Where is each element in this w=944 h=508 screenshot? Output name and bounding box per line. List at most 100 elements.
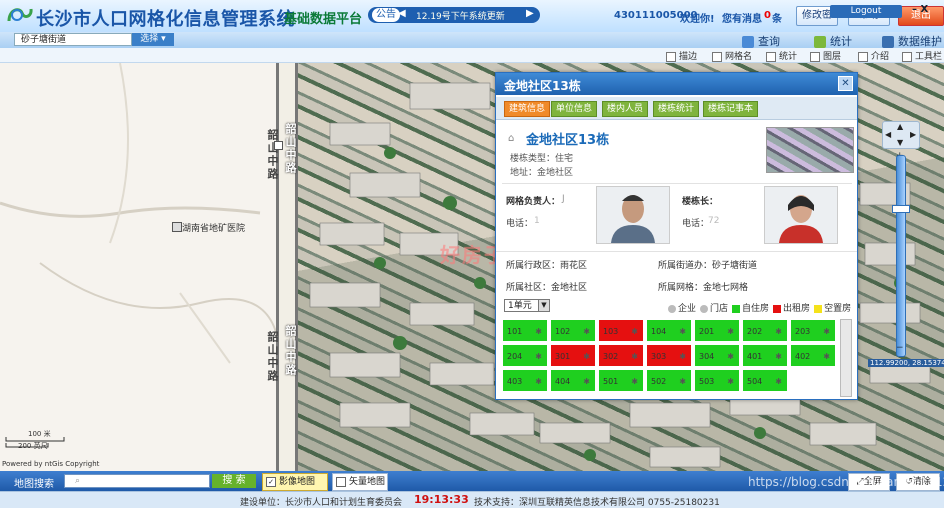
tab-unit-info[interactable]: 单位信息 (551, 101, 598, 117)
layer-gridname-toggle[interactable]: 网格名 (712, 49, 752, 62)
legend-label: 空置房 (824, 304, 852, 314)
choose-label: 选择 (140, 34, 159, 44)
room-cell[interactable]: 502 ✱ (646, 369, 692, 392)
person-icon: ✱ (679, 377, 686, 386)
layer-stats-toggle[interactable]: 统计 (766, 49, 797, 62)
grid-manager-photo (596, 186, 670, 244)
scale-meters: 100 米 (28, 430, 51, 438)
layer-intro-toggle[interactable]: 介绍 (858, 49, 889, 62)
room-number: 104 (651, 327, 667, 336)
checked-icon: ✓ (266, 476, 276, 487)
legend-item: 自住房 (732, 301, 769, 314)
room-cell[interactable]: 402 ✱ (790, 344, 836, 367)
room-cell[interactable]: 304 ✱ (694, 344, 740, 367)
room-cell[interactable]: 403 ✱ (502, 369, 548, 392)
layer-layers-toggle[interactable]: 图层 (810, 49, 841, 62)
scroll-right-icon[interactable]: ▶ (526, 8, 534, 19)
grid-manager-label: 网格负责人： (506, 197, 561, 207)
message-count[interactable]: 0 (764, 10, 771, 21)
room-cell[interactable]: 202 ✱ (742, 319, 788, 342)
building-thumbnail[interactable] (766, 127, 854, 173)
room-cell[interactable]: 103 ✱ (598, 319, 644, 342)
person-icon: ✱ (775, 327, 782, 336)
notice-bar[interactable]: 公告 ◀ 12.19号下午系统更新 ▶ (368, 7, 540, 23)
legend-label: 自住房 (742, 304, 770, 314)
poi-marker-icon[interactable] (274, 141, 283, 150)
room-number: 503 (699, 377, 715, 386)
map-search-input[interactable]: ⌕ (64, 474, 210, 488)
room-cell[interactable]: 302 ✱ (598, 344, 644, 367)
zoom-slider[interactable] (896, 155, 906, 357)
room-number: 401 (747, 352, 763, 361)
logout-button[interactable]: Logout (830, 5, 902, 18)
pan-right-icon[interactable]: ▶ (910, 130, 916, 139)
app-header: 长沙市人口网格化信息管理系统 基础数据平台 公告 ◀ 12.19号下午系统更新 … (0, 0, 944, 33)
zoom-slider-handle[interactable] (892, 205, 910, 213)
person-icon: ✱ (679, 327, 686, 336)
pan-left-icon[interactable]: ◀ (885, 130, 891, 139)
pan-up-icon[interactable]: ▲ (897, 122, 903, 131)
pan-control[interactable]: ▲ ◀ ▶ ▼ (882, 121, 920, 149)
room-number: 204 (507, 352, 523, 361)
room-cell[interactable]: 102 ✱ (550, 319, 596, 342)
road-label: 韶山中路 (284, 123, 297, 175)
street-choose-button[interactable]: 选择 ▾ (132, 33, 174, 46)
grid-manager-tel-label: 电话： (506, 219, 534, 229)
room-legend: 企业 门店 自住房 出租房 空置房 (668, 301, 855, 314)
pan-down-icon[interactable]: ▼ (897, 138, 903, 147)
person-icon: ✱ (727, 352, 734, 361)
tab-building-stats[interactable]: 楼栋统计 (653, 101, 700, 117)
stats-button[interactable]: 统计 (814, 33, 852, 48)
street-select[interactable]: 砂子塘街道 (14, 33, 132, 46)
tab-building-info[interactable]: 建筑信息 (504, 101, 551, 117)
tab-residents[interactable]: 楼内人员 (602, 101, 649, 117)
room-cell[interactable]: 504 ✱ (742, 369, 788, 392)
administrative-info: 所属行政区：雨花区 所属街道办：砂子塘街道 所属社区：金地社区 所属网格：金地七… (496, 251, 857, 296)
person-icon: ✱ (535, 327, 542, 336)
room-cell[interactable]: 503 ✱ (694, 369, 740, 392)
room-cell[interactable]: 301 ✱ (550, 344, 596, 367)
layer-toolbar-toggle[interactable]: 工具栏 (902, 49, 942, 62)
person-icon: ✱ (823, 352, 830, 361)
image-map-toggle[interactable]: ✓ 影像地图 (262, 473, 328, 491)
map-search-button[interactable]: 搜 索 (212, 474, 256, 488)
map-search-label: 地图搜索 (14, 479, 54, 490)
close-icon[interactable]: ✕ (838, 76, 853, 91)
layer-outline-toggle[interactable]: 描边 (666, 49, 697, 62)
query-button[interactable]: 查询 (742, 33, 780, 48)
tab-building-notes[interactable]: 楼栋记事本 (703, 101, 759, 117)
data-maintain-button[interactable]: 数据维护 (882, 33, 942, 48)
popup-title: 金地社区13栋 (504, 79, 581, 93)
room-cell[interactable]: 401 ✱ (742, 344, 788, 367)
vector-map-area[interactable] (0, 63, 290, 471)
image-map-label: 影像地图 (279, 477, 316, 487)
person-icon: ✱ (631, 327, 638, 336)
poi-label[interactable]: 湖南省地矿医院 (182, 221, 245, 234)
vector-map-toggle[interactable]: 矢量地图 (332, 473, 388, 491)
legend-item: 企业 (668, 301, 696, 314)
room-cell[interactable]: 204 ✱ (502, 344, 548, 367)
room-cell[interactable]: 203 ✱ (790, 319, 836, 342)
room-cell[interactable]: 404 ✱ (550, 369, 596, 392)
zoom-out-icon[interactable]: − (896, 343, 904, 353)
layer-label: 介绍 (871, 52, 890, 62)
room-cell[interactable]: 303 ✱ (646, 344, 692, 367)
road-label: 韶山中路 (266, 129, 279, 181)
message-label[interactable]: 您有消息 (722, 10, 762, 25)
building-head-tel-label: 电话： (682, 219, 710, 229)
room-cell[interactable]: 201 ✱ (694, 319, 740, 342)
person-icon: ✱ (727, 377, 734, 386)
notice-label: 公告 (372, 8, 400, 22)
legend-label: 企业 (678, 304, 697, 314)
popup-header[interactable]: 金地社区13栋 ✕ (496, 73, 857, 95)
room-cell[interactable]: 101 ✱ (502, 319, 548, 342)
poi-marker-icon[interactable] (172, 222, 182, 232)
room-cell[interactable]: 104 ✱ (646, 319, 692, 342)
chevron-down-icon[interactable]: ▼ (538, 300, 549, 311)
room-grid-scrollbar[interactable] (840, 319, 852, 397)
notice-text[interactable]: 12.19号下午系统更新 (416, 9, 505, 22)
room-cell[interactable]: 501 ✱ (598, 369, 644, 392)
welcome-text: 欢迎你! (680, 14, 715, 25)
window-controls[interactable]: – X (912, 4, 928, 15)
vector-map-roads (0, 63, 281, 364)
